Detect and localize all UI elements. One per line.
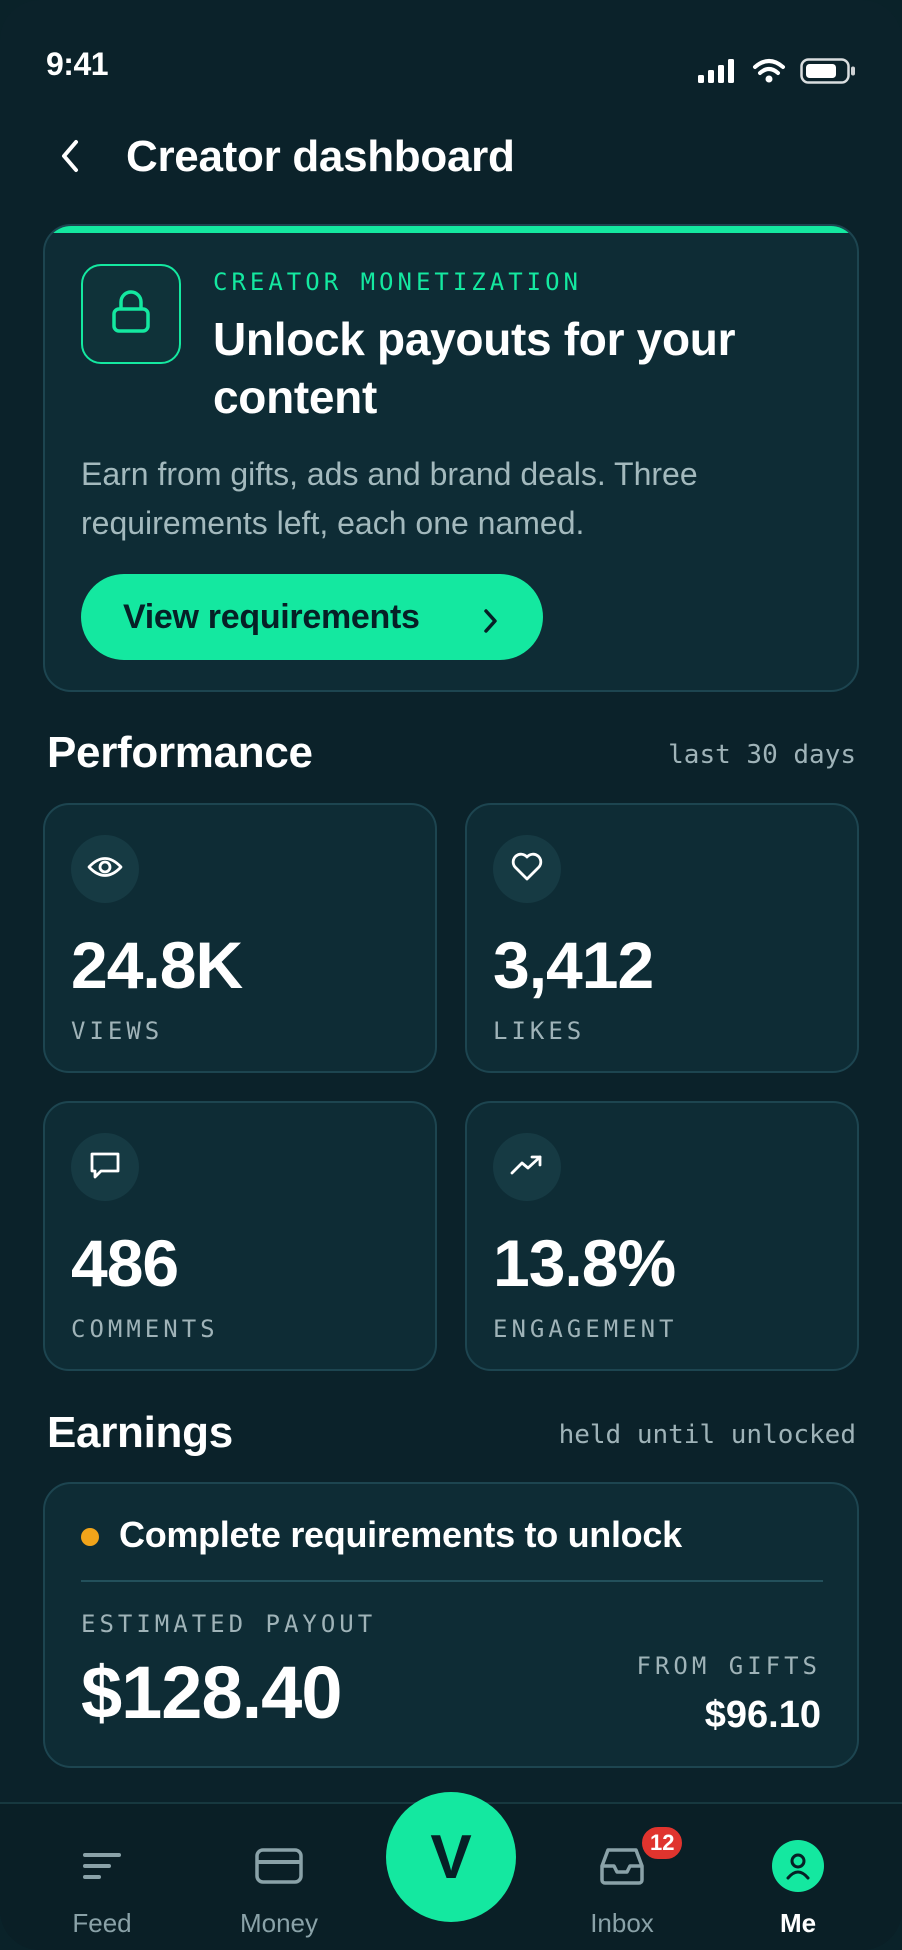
gifts-value: $96.10 — [704, 1694, 821, 1736]
nav-label: Money — [239, 1908, 319, 1938]
stat-label: VIEWS — [71, 1017, 164, 1045]
nav-label: Me — [779, 1908, 817, 1938]
status-icons — [698, 58, 856, 89]
heart-icon — [511, 852, 543, 887]
profile-icon — [772, 1840, 824, 1892]
nav-item-inbox[interactable]: 12 Inbox — [547, 1804, 697, 1950]
app-screen: 9:41 Creator dashboard CREATOR MONETIZAT… — [0, 0, 902, 1950]
stat-label: LIKES — [493, 1017, 586, 1045]
stat-card-views: 24.8K VIEWS — [43, 803, 437, 1073]
estimated-payout-label: ESTIMATED PAYOUT — [81, 1610, 377, 1638]
trending-up-icon — [510, 1153, 544, 1182]
view-requirements-button[interactable]: View requirements — [81, 574, 543, 660]
nav-label: Feed — [72, 1908, 132, 1938]
earnings-status: Complete requirements to unlock — [119, 1514, 682, 1555]
chevron-left-icon — [60, 139, 80, 178]
card-description: Earn from gifts, ads and brand deals. Th… — [81, 456, 698, 541]
stat-card-engagement: 13.8% ENGAGEMENT — [465, 1101, 859, 1371]
lock-icon — [109, 289, 153, 340]
lock-badge — [81, 264, 181, 364]
back-button[interactable] — [48, 136, 92, 180]
create-button-label: V — [430, 1822, 472, 1892]
status-bar: 9:41 — [0, 0, 902, 120]
gifts-label: FROM GIFTS — [636, 1652, 821, 1680]
status-time: 9:41 — [46, 46, 109, 82]
performance-title: Performance — [47, 728, 313, 777]
card-accent-bar — [45, 226, 857, 233]
inbox-badge: 12 — [639, 1824, 686, 1862]
stat-card-comments: 486 COMMENTS — [43, 1101, 437, 1371]
stat-icon-badge — [493, 835, 561, 903]
eye-icon — [87, 854, 123, 885]
stat-icon-badge — [71, 1133, 139, 1201]
stat-label: ENGAGEMENT — [493, 1315, 678, 1343]
wifi-icon — [752, 58, 786, 89]
earnings-note: held until unlocked — [558, 1420, 856, 1450]
status-dot — [81, 1528, 99, 1546]
nav-item-money[interactable]: Money — [204, 1804, 354, 1950]
stat-label: COMMENTS — [71, 1315, 219, 1343]
button-label: View requirements — [123, 597, 420, 636]
stat-card-likes: 3,412 LIKES — [465, 803, 859, 1073]
nav-item-feed[interactable]: Feed — [27, 1804, 177, 1950]
stat-icon-badge — [493, 1133, 561, 1201]
create-button[interactable]: V — [386, 1792, 516, 1922]
card-eyebrow: CREATOR MONETIZATION — [213, 268, 582, 296]
comment-icon — [89, 1150, 121, 1185]
stat-value: 486 — [71, 1226, 179, 1300]
feed-icon — [76, 1840, 128, 1892]
battery-icon — [800, 58, 856, 89]
stat-icon-badge — [71, 835, 139, 903]
profile-avatar — [772, 1840, 824, 1892]
nav-label: Inbox — [590, 1908, 654, 1938]
card-title: Unlock payouts for your content — [213, 313, 736, 423]
stat-value: 24.8K — [71, 928, 243, 1002]
card-icon — [253, 1840, 305, 1892]
chevron-right-icon — [483, 604, 499, 643]
earnings-card: Complete requirements to unlock ESTIMATE… — [43, 1482, 859, 1768]
monetization-card: CREATOR MONETIZATION Unlock payouts for … — [43, 224, 859, 692]
divider — [81, 1580, 823, 1582]
header: Creator dashboard — [0, 118, 902, 198]
performance-period: last 30 days — [668, 740, 856, 770]
cellular-signal-icon — [698, 59, 738, 88]
earnings-title: Earnings — [47, 1408, 233, 1457]
stat-value: 3,412 — [493, 928, 654, 1002]
stat-value: 13.8% — [493, 1226, 676, 1300]
page-title: Creator dashboard — [126, 132, 515, 181]
estimated-payout-value: $128.40 — [81, 1651, 342, 1734]
nav-item-me[interactable]: Me — [723, 1804, 873, 1950]
